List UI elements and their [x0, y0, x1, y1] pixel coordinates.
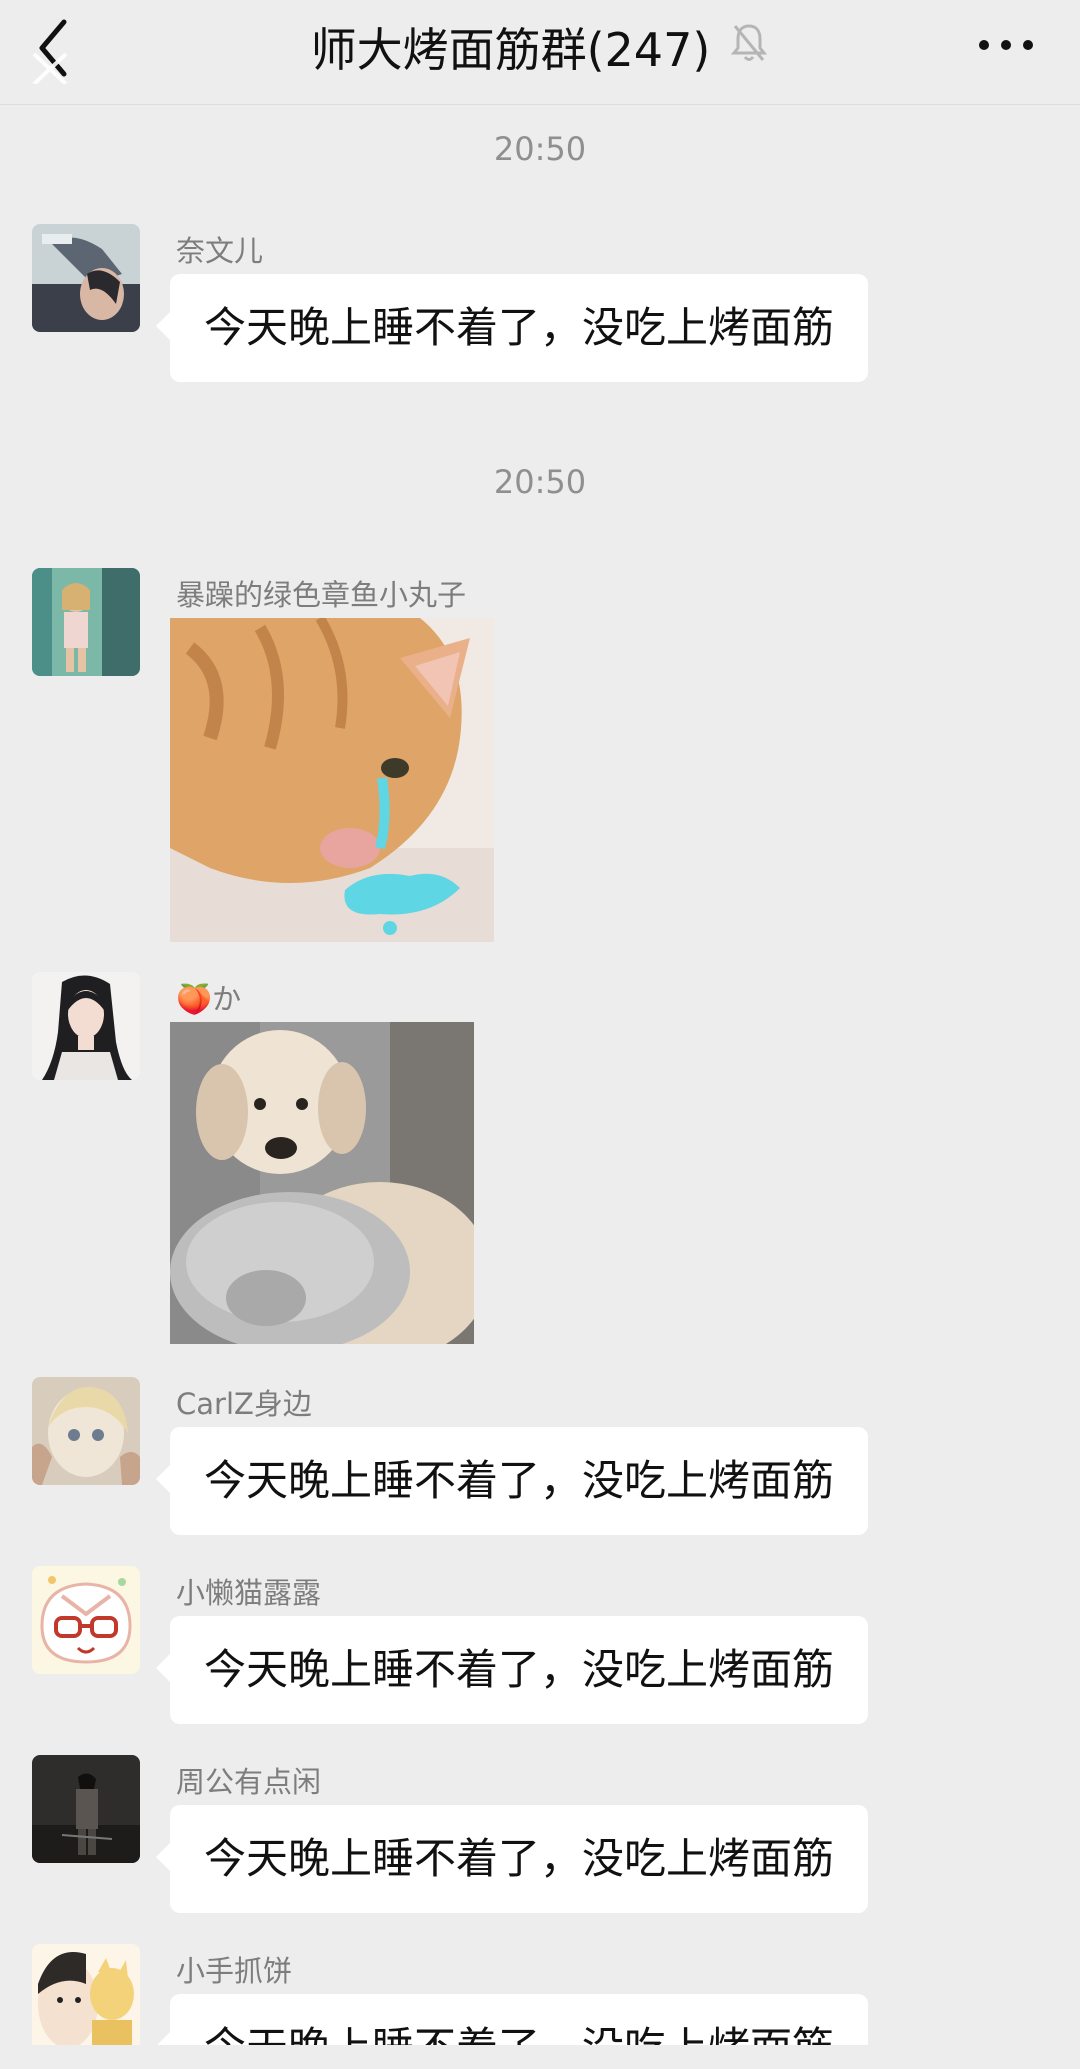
sender-name: 周公有点闲: [176, 1765, 322, 1799]
dog-with-bowl-sticker[interactable]: [170, 1022, 474, 1344]
avatar[interactable]: [32, 972, 140, 1080]
sender-name: 奈文儿: [176, 234, 264, 268]
chat-screen: 师大烤面筋群(247) 20:50 奈文儿 今天晚上睡不着了，没吃上烤面筋 20…: [0, 0, 1080, 2069]
message-bubble[interactable]: 今天晚上睡不着了，没吃上烤面筋: [155, 1427, 869, 1535]
timestamp: 20:50: [493, 130, 587, 168]
sender-name: 小手抓饼: [176, 1954, 293, 1988]
avatar[interactable]: [32, 1377, 140, 1485]
sender-name: 暴躁的绿色章鱼小丸子: [176, 578, 467, 612]
crying-cat-sticker[interactable]: [170, 618, 494, 942]
more-dots-icon[interactable]: [976, 30, 1036, 60]
chat-header: 师大烤面筋群(247): [0, 0, 1080, 105]
timestamp: 20:50: [493, 463, 587, 501]
muted-bell-icon: [729, 20, 769, 64]
message-bubble[interactable]: 今天晚上睡不着了，没吃上烤面筋: [155, 274, 869, 382]
sender-name: 🍑か: [176, 976, 241, 1018]
peach-emoji: 🍑: [176, 982, 213, 1016]
avatar[interactable]: [32, 224, 140, 332]
sender-name: CarlZ身边: [176, 1387, 312, 1421]
sender-name: 小懒猫露露: [176, 1576, 322, 1610]
message-bubble[interactable]: 今天晚上睡不着了，没吃上烤面筋: [155, 1616, 869, 1724]
message-bubble[interactable]: 今天晚上睡不着了，没吃上烤面筋: [155, 1805, 869, 1913]
title-bar: 师大烤面筋群(247): [0, 0, 1080, 90]
sender-name-text: か: [212, 982, 242, 1016]
avatar[interactable]: [32, 1944, 140, 2052]
avatar[interactable]: [32, 1755, 140, 1863]
avatar[interactable]: [32, 1566, 140, 1674]
bottom-edge: [0, 2045, 1080, 2069]
avatar[interactable]: [32, 568, 140, 676]
chat-title: 师大烤面筋群(247): [310, 23, 711, 77]
